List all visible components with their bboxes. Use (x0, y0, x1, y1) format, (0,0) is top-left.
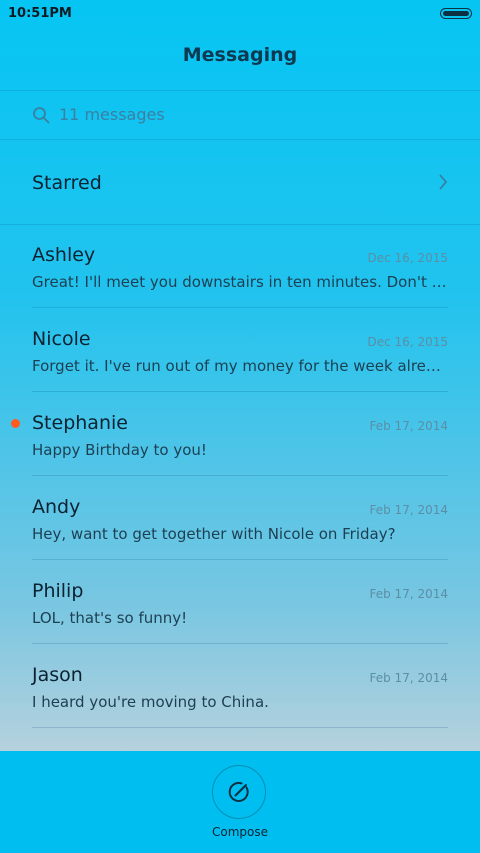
message-preview: Forget it. I've run out of my money for … (32, 357, 448, 375)
conversation-row-andy[interactable]: Andy Feb 17, 2014 Hey, want to get toget… (0, 476, 480, 560)
status-time: 10:51PM (8, 6, 72, 21)
message-preview: Happy Birthday to you! (32, 441, 207, 459)
contact-name: Philip (32, 580, 84, 602)
message-date: Dec 16, 2015 (367, 251, 448, 265)
message-preview: LOL, that's so funny! (32, 609, 188, 627)
compose-button[interactable] (212, 765, 266, 819)
contact-name: Andy (32, 496, 81, 518)
message-date: Feb 17, 2014 (369, 587, 449, 601)
message-date: Feb 17, 2014 (369, 671, 449, 685)
message-preview: I heard you're moving to China. (32, 693, 269, 711)
compose-icon (228, 781, 249, 802)
starred-row[interactable]: Starred (0, 140, 480, 225)
contact-name: Ashley (32, 244, 96, 266)
search-icon (33, 107, 50, 124)
search-input[interactable]: 11 messages (59, 105, 165, 124)
message-date: Feb 17, 2014 (369, 503, 449, 517)
bottom-bar: Compose (0, 751, 480, 853)
contact-name: Stephanie (32, 412, 128, 434)
message-preview: Hey, want to get together with Nicole on… (32, 525, 396, 543)
search-bar[interactable]: 11 messages (0, 90, 480, 140)
chevron-right-icon (439, 174, 448, 190)
message-preview: Great! I'll meet you downstairs in ten m… (32, 273, 448, 291)
battery-icon (440, 8, 472, 19)
conversation-row-ashley[interactable]: Ashley Dec 16, 2015 Great! I'll meet you… (0, 224, 480, 308)
compose-label: Compose (211, 825, 268, 839)
conversation-row-jason[interactable]: Jason Feb 17, 2014 I heard you're moving… (0, 644, 480, 728)
starred-label: Starred (32, 172, 102, 194)
message-date: Feb 17, 2014 (369, 419, 449, 433)
message-date: Dec 16, 2015 (367, 335, 448, 349)
contact-name: Nicole (32, 328, 91, 350)
page-title: Messaging (182, 44, 298, 66)
conversation-row-stephanie[interactable]: Stephanie Feb 17, 2014 Happy Birthday to… (0, 392, 480, 476)
contact-name: Jason (32, 664, 83, 686)
conversation-row-nicole[interactable]: Nicole Dec 16, 2015 Forget it. I've run … (0, 308, 480, 392)
conversation-list: Ashley Dec 16, 2015 Great! I'll meet you… (0, 224, 480, 728)
status-bar: 10:51PM (0, 0, 480, 28)
conversation-row-philip[interactable]: Philip Feb 17, 2014 LOL, that's so funny… (0, 560, 480, 644)
